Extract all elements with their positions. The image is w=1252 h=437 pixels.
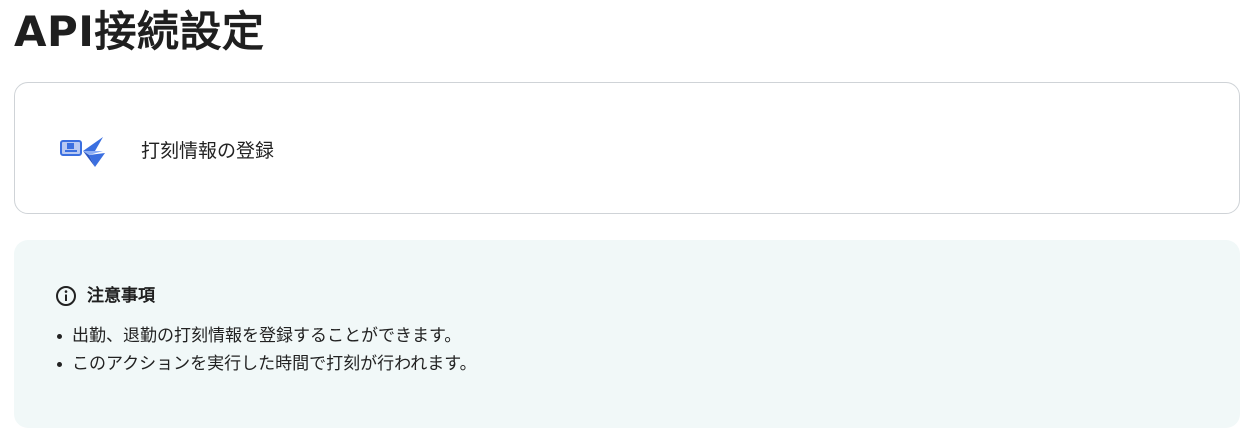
- action-label: 打刻情報の登録: [141, 140, 275, 162]
- list-item: このアクションを実行した時間で打刻が行われます。: [56, 350, 477, 378]
- page-title: API接続設定: [14, 7, 265, 56]
- notice-title: 注意事項: [87, 286, 155, 306]
- info-icon: [56, 286, 76, 306]
- notice-box: 注意事項 出勤、退勤の打刻情報を登録することができます。 このアクションを実行し…: [14, 240, 1240, 428]
- notice-list: 出勤、退勤の打刻情報を登録することができます。 このアクションを実行した時間で打…: [56, 322, 477, 378]
- attendance-app-icon: [60, 137, 105, 167]
- notice-header: 注意事項: [55, 285, 155, 307]
- api-connection-settings-page: API接続設定 打刻情報の登録 注意事項 出勤、退勤の打刻情報を登録することがで…: [0, 0, 1252, 437]
- list-item: 出勤、退勤の打刻情報を登録することができます。: [56, 322, 477, 350]
- action-card-register-attendance[interactable]: 打刻情報の登録: [14, 82, 1240, 214]
